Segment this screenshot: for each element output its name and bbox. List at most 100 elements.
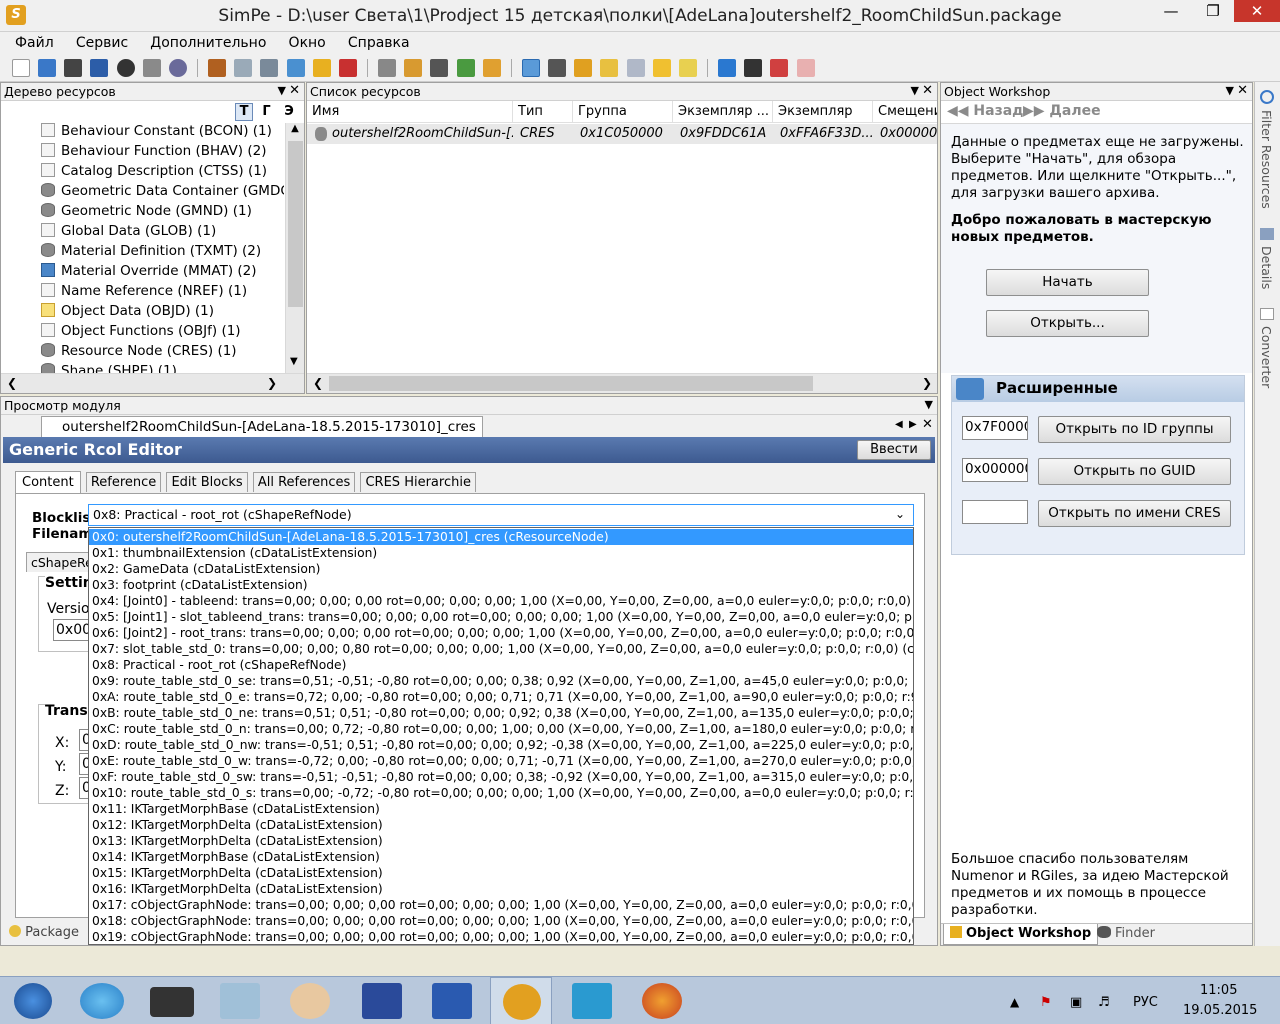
globe-icon[interactable] [286,59,305,77]
commit-button[interactable]: Ввести [857,440,931,460]
pin-icon[interactable]: ▼ [925,398,933,411]
block-option[interactable]: 0xD: route_table_std_0_nw: trans=-0,51; … [89,737,913,753]
pin-icon[interactable]: ▼ [278,84,286,97]
block-option[interactable]: 0x13: IKTargetMorphDelta (cDataListExten… [89,833,913,849]
guid-input[interactable]: 0x000000 [962,458,1028,482]
chevron-down-icon[interactable]: ▼ [290,356,298,367]
column-header-instance[interactable]: Экземпляр [773,101,873,122]
close-icon[interactable]: ✕ [922,83,933,98]
tree-item[interactable]: Behaviour Constant (BCON) (1) [41,123,272,143]
menu-window[interactable]: Окно [280,32,335,54]
paint-icon[interactable] [290,983,330,1019]
chevron-up-icon[interactable]: ▲ [286,123,304,134]
flag-icon[interactable]: ⚑ [1040,995,1052,1010]
block-option[interactable]: 0x11: IKTargetMorphBase (cDataListExtens… [89,801,913,817]
list-horizontal-scrollbar[interactable]: ❮ ❯ [307,373,937,393]
network-icon[interactable]: ▲ [1010,995,1019,1009]
column-header-instance-high[interactable]: Экземпляр ... [673,101,773,122]
close-window-button[interactable]: ✕ [1234,0,1280,22]
view-icon[interactable] [521,59,540,77]
tab-all-references[interactable]: All References [252,472,356,492]
internet-explorer-icon[interactable] [80,983,124,1019]
label-icon[interactable] [678,59,697,77]
converter-tab[interactable]: Converter [1259,326,1274,388]
filter-icon[interactable] [600,59,619,77]
forward-button[interactable]: ▶▶ Далее [1023,103,1101,119]
tree-item[interactable]: Catalog Description (CTSS) (1) [41,163,267,183]
block-option[interactable]: 0x19: cObjectGraphNode: trans=0,00; 0,00… [89,929,913,944]
sim-icon[interactable] [456,59,475,77]
tree-item[interactable]: Object Data (OBJD) (1) [41,303,214,323]
notepad-icon[interactable] [220,983,260,1019]
tab-cshaperefnode[interactable]: cShapeRe [26,552,92,572]
tab-reference[interactable]: Reference [85,472,162,492]
object-icon[interactable] [312,59,331,77]
table-row[interactable]: outershelf2RoomChildSun-[... CRES 0x1C05… [307,124,937,144]
block-option[interactable]: 0x6: [Joint2] - root_trans: trans=0,00; … [89,625,913,641]
tree-item[interactable]: Global Data (GLOB) (1) [41,223,216,243]
block-option[interactable]: 0x10: route_table_std_0_s: trans=0,00; -… [89,785,913,801]
open-by-guid-button[interactable]: Открыть по GUID [1038,458,1231,485]
hex-icon[interactable] [574,59,593,77]
block-select[interactable]: 0x8: Practical - root_rot (cShapeRefNode… [88,504,914,526]
chart-app-icon[interactable] [572,983,612,1019]
save-icon[interactable] [64,59,83,77]
converter-icon[interactable] [1260,308,1274,320]
refresh-icon[interactable] [718,59,737,77]
close-icon[interactable]: ✕ [922,417,933,432]
firefox-icon[interactable] [642,983,682,1019]
list-icon[interactable] [626,59,645,77]
eraser-icon[interactable] [796,59,815,77]
tab-edit-blocks[interactable]: Edit Blocks [166,472,248,492]
open-by-group-button[interactable]: Открыть по ID группы [1038,416,1231,443]
paste-icon[interactable] [404,59,423,77]
cut-icon[interactable] [378,59,397,77]
block-option[interactable]: 0x7: slot_table_std_0: trans=0,00; 0,00;… [89,641,913,657]
block-option[interactable]: 0x4: [Joint0] - tableend: trans=0,00; 0,… [89,593,913,609]
person-icon[interactable] [482,59,501,77]
tree-item[interactable]: Shape (SHPE) (1) [41,363,177,373]
column-header-type[interactable]: Тип [513,101,573,122]
monitor-icon[interactable]: ▣ [1070,995,1082,1010]
save-as-icon[interactable] [90,59,109,77]
package-icon[interactable] [208,59,227,77]
document-tab[interactable]: outershelf2RoomChildSun-[AdeLana-18.5.20… [41,416,483,437]
start-button[interactable]: Начать [986,269,1149,296]
new-file-icon[interactable] [12,59,30,77]
tree-item[interactable]: Geometric Node (GMND) (1) [41,203,252,223]
close-icon[interactable]: ✕ [1237,83,1248,98]
column-header-group[interactable]: Группа [573,101,673,122]
block-option[interactable]: 0x3: footprint (cDataListExtension) [89,577,913,593]
block-option[interactable]: 0x17: cObjectGraphNode: trans=0,00; 0,00… [89,897,913,913]
tree-vertical-scrollbar[interactable]: ▲ ▼ [285,123,304,373]
wrench-icon[interactable] [260,59,279,77]
chevron-right-icon[interactable]: ❯ [267,376,277,390]
tab-scroll-right-icon[interactable]: ▶ [909,419,917,430]
camera-app-icon[interactable] [150,987,194,1017]
open-file-icon[interactable] [38,59,57,77]
block-option[interactable]: 0x0: outershelf2RoomChildSun-[AdeLana-18… [89,529,913,545]
block-option[interactable]: 0x14: IKTargetMorphBase (cDataListExtens… [89,849,913,865]
back-button[interactable]: ◀◀ Назад [947,103,1023,119]
tab-object-workshop[interactable]: Object Workshop [943,924,1099,945]
scroll-thumb[interactable] [329,376,813,391]
menu-service[interactable]: Сервис [67,32,137,54]
toggle-t[interactable]: T [235,103,253,121]
details-icon[interactable] [1260,228,1274,240]
users-icon[interactable] [142,59,161,77]
stop-icon[interactable] [116,59,135,77]
start-button-icon[interactable] [14,983,52,1019]
scan-icon[interactable] [168,59,187,77]
block-option[interactable]: 0x9: route_table_std_0_se: trans=0,51; -… [89,673,913,689]
menu-extra[interactable]: Дополнительно [141,32,275,54]
tree-item[interactable]: Name Reference (NREF) (1) [41,283,247,303]
block-option[interactable]: 0xB: route_table_std_0_ne: trans=0,51; 0… [89,705,913,721]
language-indicator[interactable]: РУС [1133,995,1158,1010]
pin-icon[interactable]: ▼ [1226,84,1234,97]
pin-icon[interactable]: ▼ [911,84,919,97]
block-option[interactable]: 0xC: route_table_std_0_n: trans=0,00; 0,… [89,721,913,737]
document-icon[interactable] [234,59,253,77]
tab-content[interactable]: Content [15,471,81,493]
tree-horizontal-scrollbar[interactable]: ❮ ❯ [1,373,304,393]
chevron-down-icon[interactable]: ⌄ [895,507,905,521]
